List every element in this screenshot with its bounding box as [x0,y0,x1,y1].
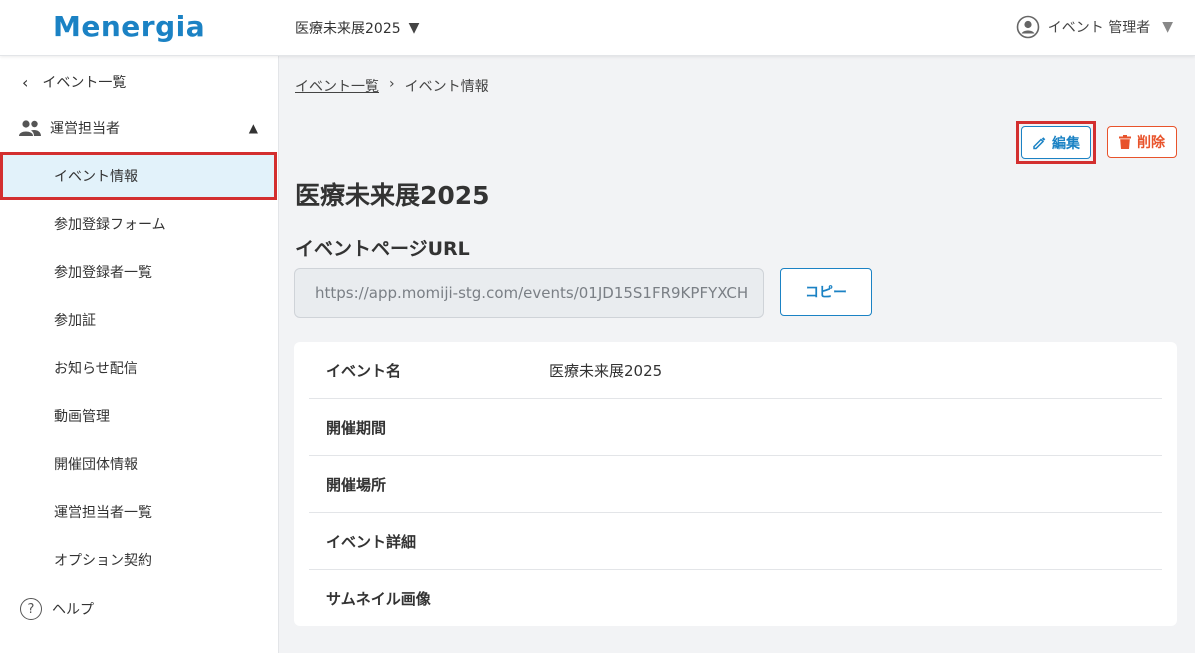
trash-icon [1119,135,1131,149]
people-icon [19,120,41,136]
sidebar-item-label: 運営担当者一覧 [54,505,152,521]
event-url-field[interactable]: https://app.momiji-stg.com/events/01JD15… [294,268,764,318]
user-menu[interactable]: イベント 管理者 ▼ [1016,15,1173,39]
detail-row-description: イベント詳細 [309,513,1162,570]
breadcrumb-link-event-list[interactable]: イベント一覧 [295,76,379,96]
back-label: イベント一覧 [42,75,127,91]
back-to-event-list[interactable]: ‹ イベント一覧 [22,72,126,92]
sidebar-item-label: 動画管理 [54,409,110,425]
sidebar-item-label: オプション契約 [54,553,152,569]
breadcrumb-current: イベント情報 [404,79,489,95]
detail-row-thumbnail: サムネイル画像 [309,570,1162,627]
top-bar: Menergia 医療未来展2025 ▼ イベント 管理者 ▼ [0,0,1195,56]
edit-button-highlight: 編集 [1016,121,1096,164]
detail-row-venue: 開催場所 [309,456,1162,513]
sidebar-group-operators[interactable]: 運営担当者 ▲ [18,118,258,138]
chevron-left-icon: ‹ [22,72,29,92]
sidebar-group-label: 運営担当者 [50,121,120,137]
help-icon: ? [20,598,42,620]
detail-label: サムネイル画像 [326,590,431,608]
breadcrumb: イベント一覧 › イベント情報 [295,76,489,96]
detail-label: 開催期間 [326,418,387,437]
delete-label: 削除 [1137,135,1165,151]
delete-button[interactable]: 削除 [1107,126,1177,158]
detail-label: イベント名 [326,361,402,380]
detail-label: イベント詳細 [326,532,417,551]
sidebar-item-label: 参加証 [54,313,96,329]
sidebar-item-organizer[interactable]: 開催団体情報 [0,440,277,488]
chevron-down-icon: ▼ [408,20,420,36]
sidebar: ‹ イベント一覧 運営担当者 ▲ イベント情報 参加登録フォーム 参加登録者一覧… [0,56,279,653]
sidebar-item-notifications[interactable]: お知らせ配信 [0,344,277,392]
sidebar-item-registrants[interactable]: 参加登録者一覧 [0,248,277,296]
help-label: ヘルプ [52,602,94,618]
chevron-up-icon: ▲ [248,121,258,135]
sidebar-item-label: イベント情報 [54,169,138,185]
sidebar-item-registration-form[interactable]: 参加登録フォーム [0,200,277,248]
sidebar-item-operator-list[interactable]: 運営担当者一覧 [0,488,277,536]
main-content: イベント一覧 › イベント情報 編集 削除 医療未来展2025 イベントページU… [279,56,1195,653]
sidebar-item-label: お知らせ配信 [54,361,138,377]
detail-label: 開催場所 [326,475,387,494]
app-logo[interactable]: Menergia [53,10,205,43]
sidebar-item-options[interactable]: オプション契約 [0,536,277,584]
page-title: 医療未来展2025 [295,181,490,210]
sidebar-item-badge[interactable]: 参加証 [0,296,277,344]
copy-button[interactable]: コピー [780,268,872,316]
pencil-icon [1033,136,1046,149]
user-name: イベント 管理者 [1047,20,1151,36]
detail-row-event-name: イベント名 医療未来展2025 [309,342,1162,399]
chevron-down-icon: ▼ [1162,19,1173,35]
event-selector-label: 医療未来展2025 [295,21,401,37]
edit-label: 編集 [1052,135,1080,152]
sidebar-item-help[interactable]: ? ヘルプ [20,598,94,620]
detail-value: 医療未来展2025 [549,361,663,380]
event-url-value: https://app.momiji-stg.com/events/01JD15… [315,284,749,302]
event-details-card: イベント名 医療未来展2025 開催期間 開催場所 イベント詳細 サムネイル画像 [294,342,1177,626]
sidebar-item-event-info[interactable]: イベント情報 [0,152,277,200]
detail-row-period: 開催期間 [309,399,1162,456]
sidebar-item-videos[interactable]: 動画管理 [0,392,277,440]
sidebar-item-label: 開催団体情報 [54,457,138,473]
sidebar-item-label: 参加登録フォーム [54,217,166,233]
edit-button[interactable]: 編集 [1021,126,1091,159]
user-avatar-icon [1016,15,1040,39]
event-url-label: イベントページURL [295,238,470,260]
sidebar-item-label: 参加登録者一覧 [54,265,152,281]
breadcrumb-separator-icon: › [389,76,395,92]
event-selector[interactable]: 医療未来展2025 ▼ [295,18,419,38]
